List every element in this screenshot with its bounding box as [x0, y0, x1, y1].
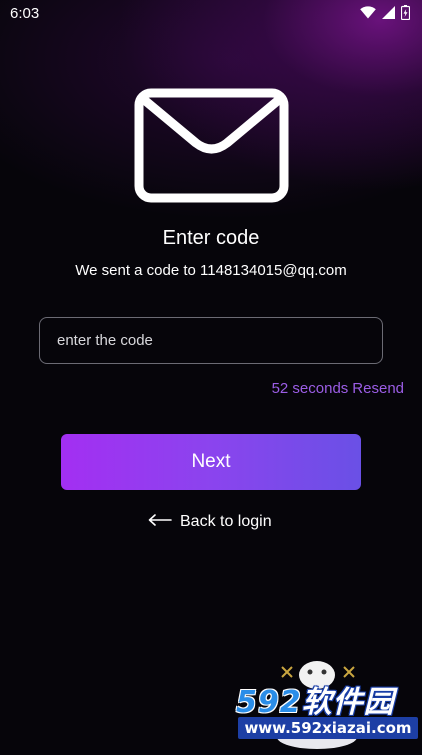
arrow-left-icon: [148, 513, 172, 531]
code-sent-message: We sent a code to 1148134015@qq.com: [75, 262, 347, 279]
battery-icon: [401, 5, 410, 20]
watermark-brand: 592软件园: [236, 685, 395, 720]
resend-countdown: 52 seconds: [271, 380, 349, 397]
back-to-login-link[interactable]: Back to login: [148, 513, 272, 531]
wifi-icon: [360, 6, 376, 19]
page-title: Enter code: [162, 227, 260, 249]
mail-icon: [134, 88, 289, 203]
back-to-login-label: Back to login: [180, 513, 272, 530]
watermark-url: www.592xiazai.com: [238, 717, 418, 739]
status-bar: 6:03: [0, 0, 422, 28]
next-button[interactable]: Next: [61, 434, 361, 490]
code-input[interactable]: [39, 317, 383, 364]
resend-link[interactable]: Resend: [352, 380, 404, 397]
status-time: 6:03: [10, 5, 40, 22]
signal-icon: [382, 6, 395, 19]
resend-row: 52 seconds Resend: [272, 380, 404, 397]
watermark: 592软件园 www.592xiazai.com: [232, 655, 422, 750]
status-icons: [360, 5, 410, 20]
